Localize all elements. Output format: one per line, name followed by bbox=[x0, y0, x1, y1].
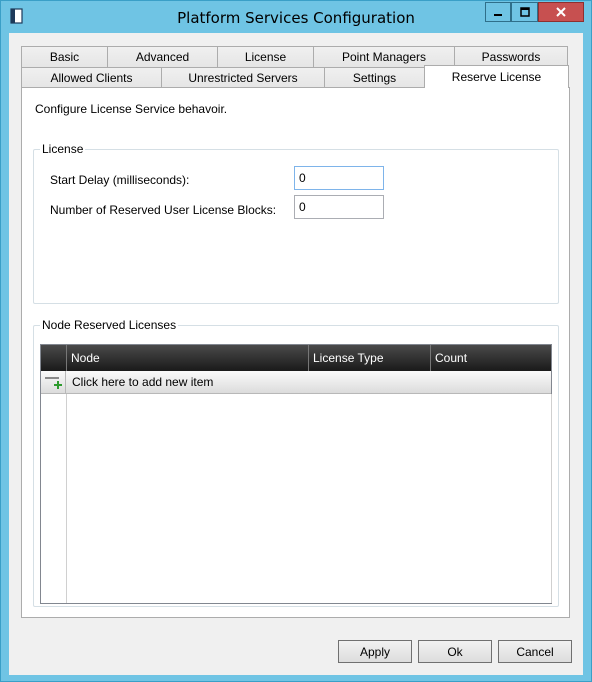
add-new-item-text[interactable]: Click here to add new item bbox=[66, 371, 213, 393]
tab-passwords[interactable]: Passwords bbox=[454, 46, 568, 67]
tab-settings[interactable]: Settings bbox=[324, 67, 425, 88]
app-window: Platform Services Configuration Basic Ad… bbox=[0, 0, 592, 682]
cancel-button[interactable]: Cancel bbox=[498, 640, 572, 663]
tab-advanced[interactable]: Advanced bbox=[107, 46, 218, 67]
tab-unrestricted-servers[interactable]: Unrestricted Servers bbox=[161, 67, 325, 88]
tab-panel-reserve-license: Configure License Service behavoir. Lice… bbox=[21, 87, 570, 618]
grid-header-indicator bbox=[41, 345, 67, 371]
maximize-icon bbox=[519, 7, 530, 17]
add-new-item-row[interactable]: Click here to add new item bbox=[41, 371, 551, 394]
close-icon bbox=[556, 7, 566, 17]
reserved-blocks-input[interactable] bbox=[294, 195, 384, 219]
dialog-client-area: Basic Advanced License Point Managers Pa… bbox=[9, 33, 583, 675]
license-group-title: License bbox=[40, 142, 86, 156]
tab-point-managers[interactable]: Point Managers bbox=[313, 46, 455, 67]
license-group: License Start Delay (milliseconds): Numb… bbox=[33, 142, 559, 304]
title-bar[interactable]: Platform Services Configuration bbox=[1, 1, 591, 33]
grid-header: Node License Type Count bbox=[41, 345, 551, 371]
column-header-count[interactable]: Count bbox=[431, 345, 551, 371]
column-header-node[interactable]: Node bbox=[67, 345, 309, 371]
tab-reserve-license[interactable]: Reserve License bbox=[424, 65, 569, 88]
minimize-icon bbox=[494, 14, 502, 16]
tab-basic[interactable]: Basic bbox=[21, 46, 108, 67]
reserved-blocks-label: Number of Reserved User License Blocks: bbox=[50, 203, 277, 217]
ok-button[interactable]: Ok bbox=[418, 640, 492, 663]
tab-row-top: Basic Advanced License Point Managers Pa… bbox=[21, 46, 568, 67]
grid-divider bbox=[551, 394, 552, 603]
panel-description: Configure License Service behavoir. bbox=[35, 102, 228, 116]
node-licenses-grid[interactable]: Node License Type Count Click here to ad… bbox=[40, 344, 552, 604]
column-header-license-type[interactable]: License Type bbox=[309, 345, 431, 371]
close-button[interactable] bbox=[538, 2, 584, 22]
start-delay-input[interactable] bbox=[294, 166, 384, 190]
tab-license[interactable]: License bbox=[217, 46, 314, 67]
new-row-indicator bbox=[41, 371, 66, 394]
grid-divider bbox=[66, 394, 67, 603]
node-group-title: Node Reserved Licenses bbox=[40, 318, 179, 332]
tab-allowed-clients[interactable]: Allowed Clients bbox=[21, 67, 162, 88]
maximize-button[interactable] bbox=[511, 2, 538, 22]
node-reserved-licenses-group: Node Reserved Licenses Node License Type… bbox=[33, 318, 559, 607]
start-delay-label: Start Delay (milliseconds): bbox=[50, 173, 190, 187]
tab-row-bottom: Allowed Clients Unrestricted Servers Set… bbox=[21, 65, 569, 88]
apply-button[interactable]: Apply bbox=[338, 640, 412, 663]
minimize-button[interactable] bbox=[485, 2, 511, 22]
add-row-icon bbox=[45, 377, 62, 389]
